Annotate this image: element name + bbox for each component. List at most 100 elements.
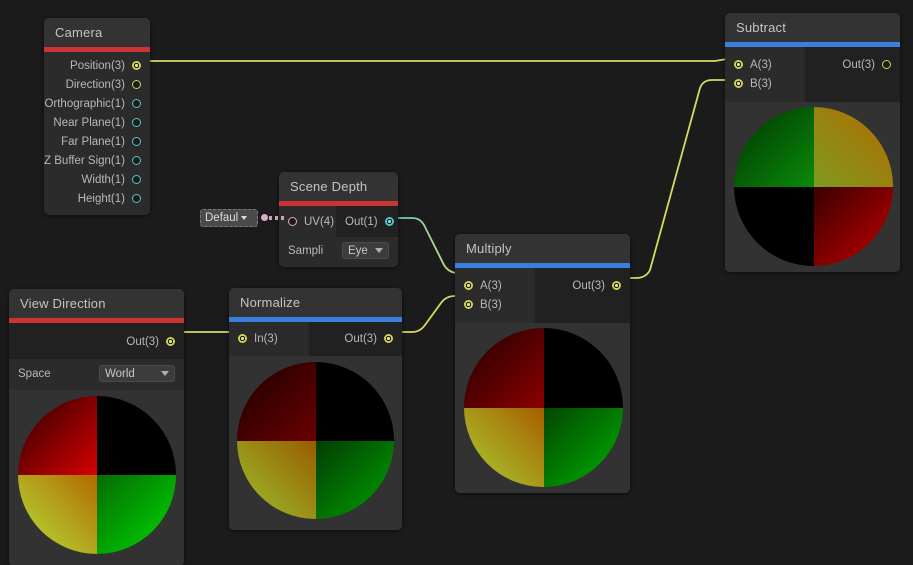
port-row-far-plane[interactable]: Far Plane(1) [44,132,150,151]
port-row-out[interactable]: Out(3) [535,276,630,295]
port-dot-orthographic[interactable] [132,99,141,108]
edge-multiply-to-subtract [625,79,730,279]
subtract-preview [725,102,900,272]
port-row-out[interactable]: Out(1) [336,212,398,231]
scene-depth-uv-default-knob [261,214,268,221]
port-label-direction: Direction(3) [65,78,125,91]
port-dot-out[interactable] [166,337,175,346]
port-row-out[interactable]: Out(3) [805,55,900,74]
port-label-out: Out(3) [572,279,605,292]
port-dot-out[interactable] [612,281,621,290]
port-dot-position[interactable] [132,61,141,70]
node-subtract[interactable]: Subtract A(3) B(3) Out(3) [725,13,900,272]
node-scene-depth-inputs: UV(4) [279,206,336,237]
port-row-orthographic[interactable]: Orthographic(1) [44,94,150,113]
port-row-z-buffer-sign[interactable]: Z Buffer Sign(1) [44,151,150,170]
scene-depth-uv-default-dropdown[interactable]: Defaul [200,209,258,227]
port-row-out[interactable]: Out(3) [309,329,402,348]
port-label-out: Out(3) [126,335,159,348]
preview-quadrant-bottom-left [464,407,544,487]
node-multiply-ports: A(3) B(3) Out(3) [455,268,630,323]
node-view-direction[interactable]: View Direction Out(3) Space World [9,289,184,565]
port-dot-direction[interactable] [132,80,141,89]
view-direction-space-row: Space World [9,359,184,390]
preview-quadrant-bottom-right [97,475,176,554]
port-row-b[interactable]: B(3) [455,295,535,314]
port-label-far-plane: Far Plane(1) [61,135,125,148]
port-row-height[interactable]: Height(1) [44,189,150,208]
node-camera[interactable]: Camera Position(3) Direction(3) Orthogra… [44,18,150,215]
node-camera-title: Camera [44,18,150,47]
port-label-width: Width(1) [81,173,125,186]
view-direction-preview [9,390,184,565]
port-dot-b[interactable] [464,300,473,309]
port-dot-near-plane[interactable] [132,118,141,127]
node-view-direction-outputs: Out(3) [9,323,184,359]
port-dot-out[interactable] [384,217,394,226]
preview-quadrant-top-right [813,107,893,187]
node-scene-depth-title: Scene Depth [279,172,398,201]
preview-quadrant-bottom-right [543,407,623,487]
port-label-out: Out(1) [345,215,378,228]
node-normalize-title: Normalize [229,288,402,317]
port-label-a: A(3) [480,279,502,292]
port-dot-far-plane[interactable] [132,137,141,146]
node-scene-depth-outputs: Out(1) [336,206,398,237]
port-label-out: Out(3) [842,58,875,71]
node-normalize-ports: In(3) Out(3) [229,322,402,356]
edge-camera-to-subtract [146,57,731,62]
preview-quadrant-bottom-right [813,186,893,266]
port-dot-a[interactable] [464,281,473,290]
preview-quadrant-top-left [18,396,97,475]
node-normalize-outputs: Out(3) [309,322,402,356]
port-dot-a[interactable] [734,60,743,69]
port-dot-width[interactable] [132,175,141,184]
node-scene-depth-ports: UV(4) Out(1) [279,206,398,237]
port-row-width[interactable]: Width(1) [44,170,150,189]
port-row-out[interactable]: Out(3) [9,332,184,351]
port-row-b[interactable]: B(3) [725,74,805,93]
preview-sphere [464,328,623,487]
preview-quadrant-top-right [315,362,394,441]
port-label-orthographic: Orthographic(1) [44,97,125,110]
node-normalize[interactable]: Normalize In(3) Out(3) [229,288,402,530]
port-row-uv[interactable]: UV(4) [279,212,336,231]
preview-quadrant-bottom-left [734,186,814,266]
preview-quadrant-bottom-left [237,440,316,519]
preview-quadrant-top-left [237,362,316,441]
preview-sphere [18,396,176,554]
port-dot-b[interactable] [734,79,743,88]
normalize-preview [229,356,402,530]
port-row-position[interactable]: Position(3) [44,56,150,75]
port-label-b: B(3) [480,298,502,311]
port-row-direction[interactable]: Direction(3) [44,75,150,94]
view-direction-space-dropdown[interactable]: World [99,365,175,382]
port-dot-out[interactable] [882,60,891,69]
port-dot-uv[interactable] [288,217,297,226]
port-row-a[interactable]: A(3) [725,55,805,74]
port-row-a[interactable]: A(3) [455,276,535,295]
chevron-down-icon [241,216,248,220]
scene-depth-sampling-value: Eye [348,244,368,257]
node-multiply[interactable]: Multiply A(3) B(3) Out(3) [455,234,630,493]
node-scene-depth[interactable]: Scene Depth UV(4) Out(1) Sampli Eye [279,172,398,267]
port-dot-in[interactable] [238,334,247,343]
port-row-in[interactable]: In(3) [229,329,309,348]
port-label-in: In(3) [254,332,278,345]
port-dot-z-buffer-sign[interactable] [132,156,141,165]
multiply-preview [455,323,630,493]
scene-depth-sampling-label: Sampli [288,244,324,257]
node-view-direction-title: View Direction [9,289,184,318]
port-row-near-plane[interactable]: Near Plane(1) [44,113,150,132]
preview-quadrant-bottom-left [18,475,97,554]
node-subtract-title: Subtract [725,13,900,42]
node-view-direction-ports: Out(3) [9,323,184,359]
chevron-down-icon [375,248,383,253]
port-label-near-plane: Near Plane(1) [53,116,125,129]
port-dot-height[interactable] [132,194,141,203]
view-direction-space-label: Space [18,367,51,380]
shader-graph-canvas[interactable]: Camera Position(3) Direction(3) Orthogra… [0,0,913,565]
port-dot-out[interactable] [384,334,393,343]
scene-depth-sampling-dropdown[interactable]: Eye [342,242,389,259]
chevron-down-icon [161,371,169,376]
